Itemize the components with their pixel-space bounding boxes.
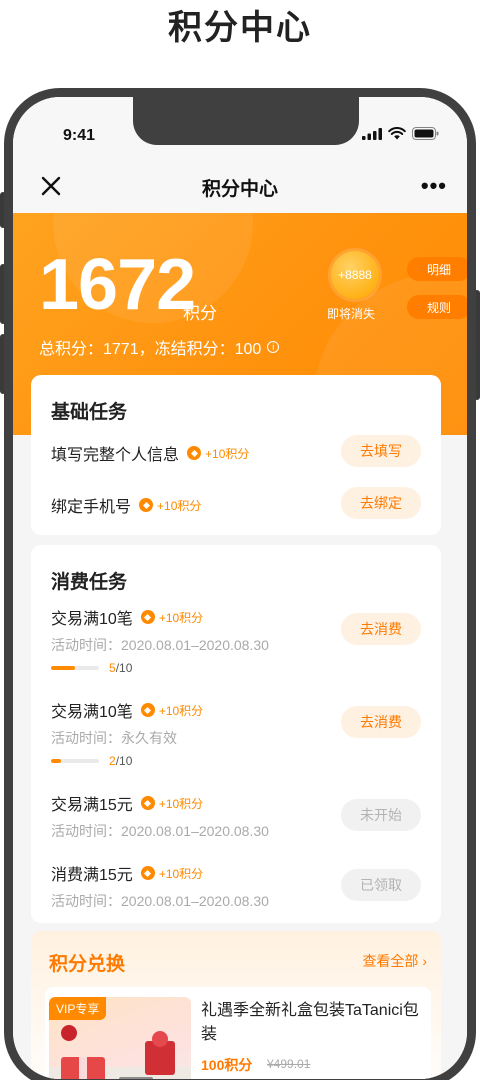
info-icon[interactable]: i [267, 341, 280, 353]
task-name: 消费满15元 [51, 867, 133, 884]
phone-notch [133, 97, 359, 145]
progress-total: /10 [115, 661, 133, 675]
task-item: 填写完整个人信息 +10积分 去填写 [51, 435, 421, 469]
task-reward: +10积分 [139, 497, 201, 514]
coin-icon [139, 498, 154, 512]
task-reward: +10积分 [140, 795, 204, 812]
task-progress: 5/10 [51, 661, 132, 675]
task-progress: 2/10 [51, 754, 132, 768]
coin-icon [140, 703, 155, 717]
coin-icon [187, 446, 202, 460]
task-button[interactable]: 去填写 [341, 435, 421, 467]
task-time: 活动时间：2020.08.01–2020.08.30 [51, 893, 269, 909]
task-reward: +10积分 [140, 609, 204, 626]
exchange-title: 积分兑换 [49, 954, 126, 975]
progress-current: 5 [109, 661, 116, 675]
card-title: 基础任务 [51, 402, 128, 423]
points-exchange-section: 积分兑换 查看全部 › VIP专享 礼遇季全新礼盒包装TaTanici包装 10… [31, 931, 441, 1079]
page-heading: 积分中心 [168, 9, 312, 47]
task-item: 交易满15元 +10积分 活动时间：2020.08.01–2020.08.30 … [51, 791, 421, 843]
expiring-points-label: 即将消失 [327, 307, 376, 321]
task-button-disabled: 已领取 [341, 869, 421, 901]
nav-title: 积分中心 [201, 179, 278, 200]
reward-text: +10积分 [158, 866, 204, 881]
vip-tag: VIP专享 [49, 997, 107, 1020]
progress-total: /10 [115, 754, 133, 768]
status-time: 9:41 [63, 127, 96, 144]
task-item: 绑定手机号 +10积分 去绑定 [51, 487, 421, 521]
task-item: 消费满15元 +10积分 活动时间：2020.08.01–2020.08.30 … [51, 861, 421, 913]
task-name: 绑定手机号 [51, 499, 132, 516]
nav-bar: 积分中心 ••• [13, 159, 467, 213]
product-name: 礼遇季全新礼盒包装TaTanici包装 [201, 1002, 419, 1043]
points-unit: 积分 [183, 304, 217, 323]
reward-text: +10积分 [158, 610, 204, 625]
wifi-icon [388, 127, 406, 140]
consume-tasks-card: 消费任务 交易满10笔 +10积分 活动时间：2020.08.01–2020.0… [31, 545, 441, 923]
product-original-price: ¥499.01 [267, 1057, 311, 1071]
view-all-link[interactable]: 查看全部 › [362, 951, 427, 971]
task-time: 活动时间：2020.08.01–2020.08.30 [51, 637, 269, 653]
view-all-label: 查看全部 [362, 953, 419, 969]
task-reward: +10积分 [140, 702, 204, 719]
progress-fill [51, 666, 75, 670]
basic-tasks-card: 基础任务 填写完整个人信息 +10积分 去填写 绑定手机号 +10积分 去绑定 [31, 375, 441, 535]
more-icon[interactable]: ••• [421, 173, 447, 199]
chevron-right-icon: › [422, 953, 427, 969]
task-name: 交易满10笔 [51, 704, 133, 721]
reward-text: +10积分 [205, 446, 250, 461]
task-item: 交易满10笔 +10积分 活动时间：2020.08.01–2020.08.30 … [51, 605, 421, 679]
progress-bar [51, 666, 99, 670]
task-reward: +10积分 [140, 865, 204, 882]
card-title: 消费任务 [51, 572, 128, 593]
coin-icon [140, 866, 155, 880]
rules-button[interactable]: 规则 [407, 295, 467, 319]
progress-bar [51, 759, 99, 763]
phone-screen: 9:41 积分中心 ••• 1672 积分 总积分：1771，冻结积分：100 … [13, 97, 467, 1079]
task-time: 活动时间：永久有效 [51, 730, 177, 746]
points-value: 1672 [39, 245, 196, 325]
task-name: 交易满15元 [51, 797, 133, 814]
task-name: 交易满10笔 [51, 611, 133, 628]
task-name: 填写完整个人信息 [51, 447, 180, 464]
battery-icon [412, 127, 439, 140]
reward-text: +10积分 [157, 498, 202, 513]
task-button[interactable]: 去消费 [341, 613, 421, 645]
points-detail-text: 总积分：1771，冻结积分：100 [39, 341, 262, 358]
reward-text: +10积分 [158, 703, 204, 718]
task-button[interactable]: 去绑定 [341, 487, 421, 519]
signal-icon [362, 127, 382, 140]
product-card[interactable]: VIP专享 礼遇季全新礼盒包装TaTanici包装 100积分 ¥499.01 [45, 987, 431, 1079]
product-image: VIP专享 [49, 997, 191, 1079]
coin-icon [140, 610, 155, 624]
task-item: 交易满10笔 +10积分 活动时间：永久有效 2/10 去消费 [51, 698, 421, 772]
coin-icon [140, 796, 155, 810]
progress-fill [51, 759, 61, 763]
task-reward: +10积分 [187, 445, 249, 462]
status-icons [362, 127, 439, 140]
expiring-points-coin[interactable]: +8888 [331, 251, 379, 299]
phone-frame: 9:41 积分中心 ••• 1672 积分 总积分：1771，冻结积分：100 … [4, 88, 476, 1080]
product-price: 100积分 [201, 1057, 253, 1073]
task-time: 活动时间：2020.08.01–2020.08.30 [51, 823, 269, 839]
points-detail-button[interactable]: 明细 [407, 257, 467, 281]
task-button[interactable]: 去消费 [341, 706, 421, 738]
points-detail: 总积分：1771，冻结积分：100 i [39, 335, 280, 359]
progress-current: 2 [109, 754, 116, 768]
reward-text: +10积分 [158, 796, 204, 811]
task-button-disabled: 未开始 [341, 799, 421, 831]
